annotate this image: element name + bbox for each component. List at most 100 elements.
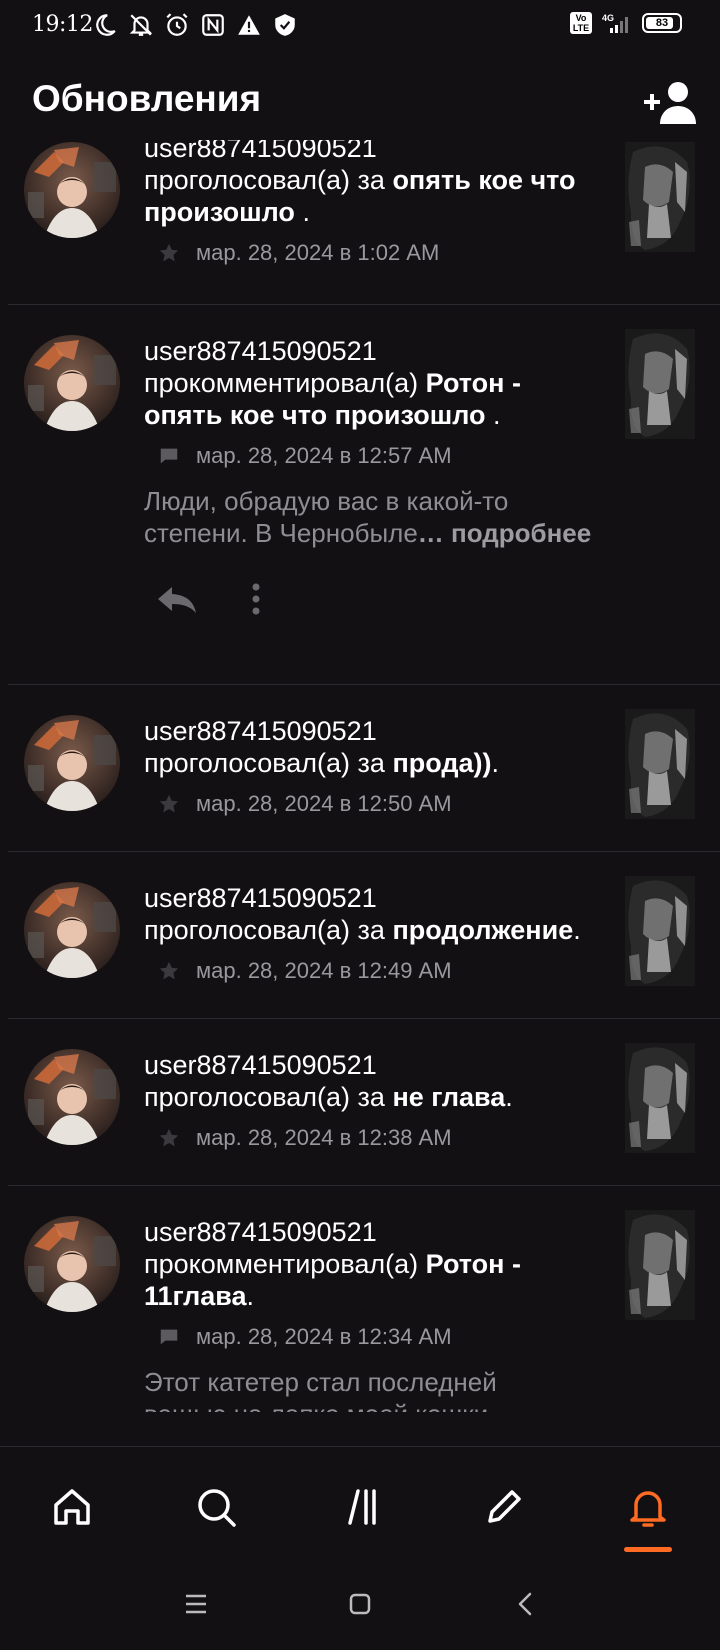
username[interactable]: user887415090521 (144, 715, 594, 747)
avatar[interactable] (24, 335, 120, 431)
network-type: 4G (602, 13, 614, 23)
action-verb: прокомментировал(а) (144, 368, 426, 398)
action-verb: проголосовал(а) за (144, 915, 393, 945)
volte-badge: Vo LTE (570, 12, 592, 34)
action-suffix: . (491, 748, 500, 778)
feed-meta: мар. 28, 2024 в 1:02 AM (158, 238, 594, 268)
add-user-button[interactable] (642, 80, 698, 126)
star-icon (159, 794, 179, 813)
cover-image (625, 876, 695, 986)
page-title: Обновления (32, 78, 262, 119)
status-icons (92, 12, 298, 38)
search-icon (198, 1489, 236, 1527)
username[interactable]: user887415090521 (144, 335, 594, 367)
avatar[interactable] (24, 1216, 120, 1312)
comment-actions (152, 579, 594, 619)
timestamp: мар. 28, 2024 в 12:34 AM (196, 1324, 452, 1349)
feed-content: user887415090521 проголосовал(а) за продо… (144, 882, 594, 986)
feed-content: user887415090521 прокомментировал(а) Рото… (144, 335, 594, 619)
cover-image (625, 142, 695, 252)
feed-content: user887415090521 проголосовал(а) за прода… (144, 715, 594, 819)
feed-item[interactable]: user887415090521 проголосовал(а) за не гл… (8, 1019, 720, 1186)
nav-search[interactable] (186, 1477, 246, 1537)
avatar[interactable] (24, 715, 120, 811)
menu-icon[interactable] (178, 1586, 214, 1622)
feed-item[interactable]: user887415090521 проголосовал(а) за прода… (8, 685, 720, 852)
avatar-image (24, 882, 120, 978)
timestamp: мар. 28, 2024 в 1:02 AM (196, 240, 440, 265)
action-text: проголосовал(а) за прода)). (144, 747, 594, 779)
updates-feed: user887415090521 проголосовал(а) за опять… (0, 140, 720, 1446)
feed-meta: мар. 28, 2024 в 12:50 AM (158, 789, 594, 819)
feed-content: user887415090521 прокомментировал(а) Рото… (144, 1216, 594, 1412)
feed-item[interactable]: user887415090521 прокомментировал(а) Рото… (8, 1186, 720, 1446)
feed-content: user887415090521 проголосовал(а) за не гл… (144, 1049, 594, 1153)
avatar-image (24, 1216, 120, 1312)
feed-meta: мар. 28, 2024 в 12:38 AM (158, 1123, 594, 1153)
feed-content: user887415090521 проголосовал(а) за опять… (144, 140, 594, 268)
cover-image (625, 1210, 695, 1320)
comment-icon (160, 1329, 178, 1345)
avatar[interactable] (24, 882, 120, 978)
nav-write[interactable] (474, 1477, 534, 1537)
nav-home[interactable] (42, 1477, 102, 1537)
app-header: Обновления (0, 60, 720, 140)
signal-icon: 4G (602, 13, 628, 33)
library-icon (348, 1489, 376, 1525)
action-text: проголосовал(а) за продолжение. (144, 914, 594, 946)
read-more-link[interactable]: … подробнее (418, 518, 591, 548)
timestamp: мар. 28, 2024 в 12:50 AM (196, 791, 452, 816)
reply-icon[interactable] (152, 579, 200, 619)
timestamp: мар. 28, 2024 в 12:57 AM (196, 443, 452, 468)
story-cover[interactable] (625, 142, 695, 252)
comment-preview[interactable]: Люди, обрадую вас в какой-то степени. В … (144, 485, 594, 549)
nav-notifications[interactable] (618, 1477, 678, 1537)
story-cover[interactable] (625, 1210, 695, 1320)
avatar-image (24, 142, 120, 238)
notifications-icon (630, 1491, 666, 1527)
action-verb: проголосовал(а) за (144, 748, 393, 778)
status-right: Vo LTE 4G 83 (570, 12, 682, 34)
action-verb: прокомментировал(а) (144, 1249, 426, 1279)
avatar[interactable] (24, 1049, 120, 1145)
home-square-icon[interactable] (342, 1586, 378, 1622)
story-cover[interactable] (625, 876, 695, 986)
star-icon (159, 1128, 179, 1147)
feed-item[interactable]: user887415090521 проголосовал(а) за опять… (8, 140, 720, 305)
action-text: прокомментировал(а) Ротон - 11глава. (144, 1248, 594, 1312)
add-user-icon (644, 82, 696, 124)
action-suffix: . (573, 915, 581, 945)
username[interactable]: user887415090521 (144, 140, 594, 164)
home-icon (54, 1489, 90, 1525)
more-options-icon[interactable] (244, 579, 268, 619)
story-cover[interactable] (625, 1043, 695, 1153)
nfc-icon (202, 14, 224, 36)
story-cover[interactable] (625, 709, 695, 819)
action-suffix: . (485, 400, 501, 430)
system-navigation (0, 1558, 720, 1650)
feed-meta: мар. 28, 2024 в 12:34 AM (158, 1322, 594, 1352)
action-target[interactable]: прода)) (392, 748, 491, 778)
comment-text: Этот катетер стал последней (144, 1367, 497, 1397)
action-target[interactable]: не глава (392, 1082, 505, 1112)
comment-preview[interactable]: Этот катетер стал последнейвещью на лапк… (144, 1366, 594, 1412)
action-target[interactable]: продолжение (392, 915, 573, 945)
cover-image (625, 329, 695, 439)
avatar[interactable] (24, 142, 120, 238)
username[interactable]: user887415090521 (144, 1049, 594, 1081)
action-verb: проголосовал(а) за (144, 1082, 393, 1112)
feed-meta: мар. 28, 2024 в 12:49 AM (158, 956, 594, 986)
nav-library[interactable] (330, 1477, 390, 1537)
action-suffix: . (294, 197, 310, 227)
back-icon[interactable] (508, 1586, 544, 1622)
username[interactable]: user887415090521 (144, 1216, 594, 1248)
action-suffix: . (246, 1281, 255, 1311)
feed-item[interactable]: user887415090521 проголосовал(а) за продо… (8, 852, 720, 1019)
feed-item[interactable]: user887415090521 прокомментировал(а) Рото… (8, 305, 720, 685)
story-cover[interactable] (625, 329, 695, 439)
username[interactable]: user887415090521 (144, 882, 594, 914)
cover-image (625, 709, 695, 819)
comment-icon (160, 448, 178, 464)
write-icon (488, 1490, 521, 1523)
timestamp: мар. 28, 2024 в 12:49 AM (196, 958, 452, 983)
